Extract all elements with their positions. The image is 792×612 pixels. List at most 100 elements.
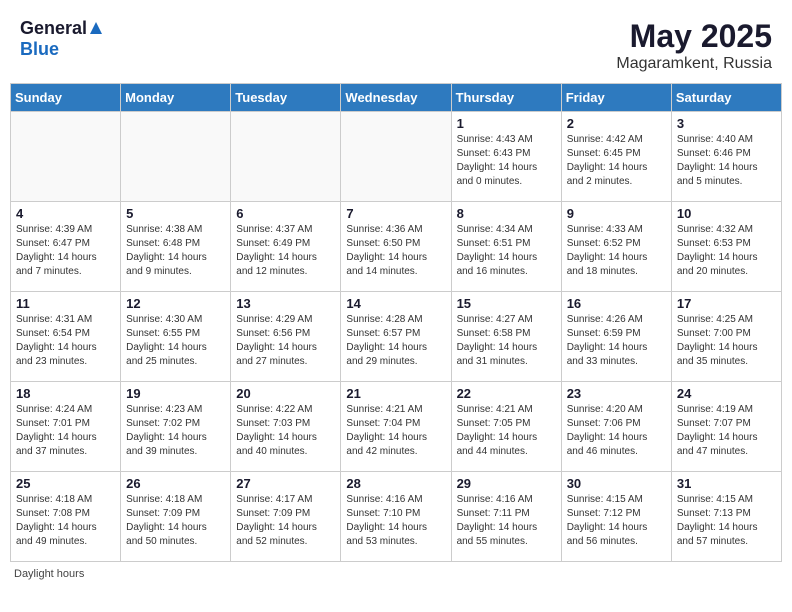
day-number: 19 xyxy=(126,386,225,401)
day-number: 17 xyxy=(677,296,776,311)
day-number: 28 xyxy=(346,476,445,491)
day-info: Sunrise: 4:19 AM Sunset: 7:07 PM Dayligh… xyxy=(677,403,776,459)
calendar-cell: 29Sunrise: 4:16 AM Sunset: 7:11 PM Dayli… xyxy=(451,472,561,562)
day-number: 22 xyxy=(457,386,556,401)
calendar-cell: 25 Sunrise: 4:18 AM Sunset: 7:08 PM Dayli… xyxy=(11,472,121,562)
calendar-cell: 20 Sunrise: 4:22 AM Sunset: 7:03 PM Dayli… xyxy=(231,382,341,472)
calendar-cell: 11 Sunrise: 4:31 AM Sunset: 6:54 PM Dayli… xyxy=(11,292,121,382)
day-number: 12 xyxy=(126,296,225,311)
day-number: 15 xyxy=(457,296,556,311)
calendar-cell: 6 Sunrise: 4:37 AM Sunset: 6:49 PM Daylig… xyxy=(231,202,341,292)
day-number: 7 xyxy=(346,206,445,221)
calendar-cell: 7 Sunrise: 4:36 AM Sunset: 6:50 PM Daylig… xyxy=(341,202,451,292)
calendar-cell: 13 Sunrise: 4:29 AM Sunset: 6:56 PM Dayli… xyxy=(231,292,341,382)
calendar-header-row: SundayMondayTuesdayWednesdayThursdayFrid… xyxy=(11,84,782,112)
day-info: Sunrise: 4:22 AM Sunset: 7:03 PM Dayligh… xyxy=(236,403,335,459)
day-number: 10 xyxy=(677,206,776,221)
calendar-weekday-header: Saturday xyxy=(671,84,781,112)
calendar-cell: 2 Sunrise: 4:42 AM Sunset: 6:45 PM Daylig… xyxy=(561,112,671,202)
day-number: 27 xyxy=(236,476,335,491)
calendar-weekday-header: Monday xyxy=(121,84,231,112)
day-info: Sunrise: 4:21 AM Sunset: 7:05 PM Dayligh… xyxy=(457,403,556,459)
logo-blue-text: Blue xyxy=(20,39,59,60)
title-location: Magaramkent, Russia xyxy=(616,55,772,73)
day-number: 21 xyxy=(346,386,445,401)
day-info: Sunrise: 4:33 AM Sunset: 6:52 PM Dayligh… xyxy=(567,223,666,279)
calendar-weekday-header: Thursday xyxy=(451,84,561,112)
calendar-cell: 14Sunrise: 4:28 AM Sunset: 6:57 PM Dayli… xyxy=(341,292,451,382)
title-area: May 2025 Magaramkent, Russia xyxy=(616,18,772,73)
logo-triangle-icon xyxy=(89,21,103,35)
day-info: Sunrise: 4:34 AM Sunset: 6:51 PM Dayligh… xyxy=(457,223,556,279)
calendar-cell: 27Sunrise: 4:17 AM Sunset: 7:09 PM Dayli… xyxy=(231,472,341,562)
day-info: Sunrise: 4:20 AM Sunset: 7:06 PM Dayligh… xyxy=(567,403,666,459)
calendar-cell xyxy=(121,112,231,202)
day-info: Sunrise: 4:39 AM Sunset: 6:47 PM Dayligh… xyxy=(16,223,115,279)
calendar-cell: 12 Sunrise: 4:30 AM Sunset: 6:55 PM Dayli… xyxy=(121,292,231,382)
calendar-cell: 30 Sunrise: 4:15 AM Sunset: 7:12 PM Dayli… xyxy=(561,472,671,562)
day-number: 2 xyxy=(567,116,666,131)
day-info: Sunrise: 4:23 AM Sunset: 7:02 PM Dayligh… xyxy=(126,403,225,459)
calendar-cell: 26 Sunrise: 4:18 AM Sunset: 7:09 PM Dayli… xyxy=(121,472,231,562)
day-number: 31 xyxy=(677,476,776,491)
day-info: Sunrise: 4:16 AM Sunset: 7:10 PM Dayligh… xyxy=(346,493,445,549)
calendar-weekday-header: Wednesday xyxy=(341,84,451,112)
day-info: Sunrise: 4:42 AM Sunset: 6:45 PM Dayligh… xyxy=(567,133,666,189)
day-number: 25 xyxy=(16,476,115,491)
logo: General Blue xyxy=(20,18,103,60)
day-number: 3 xyxy=(677,116,776,131)
calendar-cell: 9Sunrise: 4:33 AM Sunset: 6:52 PM Daylig… xyxy=(561,202,671,292)
calendar-cell: 10 Sunrise: 4:32 AM Sunset: 6:53 PM Dayli… xyxy=(671,202,781,292)
calendar-cell xyxy=(231,112,341,202)
day-info: Sunrise: 4:18 AM Sunset: 7:09 PM Dayligh… xyxy=(126,493,225,549)
calendar-cell: 15 Sunrise: 4:27 AM Sunset: 6:58 PM Dayli… xyxy=(451,292,561,382)
day-info: Sunrise: 4:38 AM Sunset: 6:48 PM Dayligh… xyxy=(126,223,225,279)
calendar-weekday-header: Friday xyxy=(561,84,671,112)
calendar-cell: 28 Sunrise: 4:16 AM Sunset: 7:10 PM Dayli… xyxy=(341,472,451,562)
day-info: Sunrise: 4:43 AM Sunset: 6:43 PM Dayligh… xyxy=(457,133,556,189)
day-info: Sunrise: 4:15 AM Sunset: 7:12 PM Dayligh… xyxy=(567,493,666,549)
day-info: Sunrise: 4:24 AM Sunset: 7:01 PM Dayligh… xyxy=(16,403,115,459)
calendar-week-row: 11 Sunrise: 4:31 AM Sunset: 6:54 PM Dayli… xyxy=(11,292,782,382)
calendar-cell: 16Sunrise: 4:26 AM Sunset: 6:59 PM Dayli… xyxy=(561,292,671,382)
day-info: Sunrise: 4:40 AM Sunset: 6:46 PM Dayligh… xyxy=(677,133,776,189)
calendar-week-row: 18Sunrise: 4:24 AM Sunset: 7:01 PM Dayli… xyxy=(11,382,782,472)
day-info: Sunrise: 4:29 AM Sunset: 6:56 PM Dayligh… xyxy=(236,313,335,369)
calendar-cell: 21Sunrise: 4:21 AM Sunset: 7:04 PM Dayli… xyxy=(341,382,451,472)
calendar-cell: 4Sunrise: 4:39 AM Sunset: 6:47 PM Daylig… xyxy=(11,202,121,292)
calendar-cell: 8 Sunrise: 4:34 AM Sunset: 6:51 PM Daylig… xyxy=(451,202,561,292)
calendar-cell: 18Sunrise: 4:24 AM Sunset: 7:01 PM Dayli… xyxy=(11,382,121,472)
day-info: Sunrise: 4:16 AM Sunset: 7:11 PM Dayligh… xyxy=(457,493,556,549)
title-month: May 2025 xyxy=(616,18,772,55)
day-info: Sunrise: 4:27 AM Sunset: 6:58 PM Dayligh… xyxy=(457,313,556,369)
day-number: 26 xyxy=(126,476,225,491)
day-info: Sunrise: 4:31 AM Sunset: 6:54 PM Dayligh… xyxy=(16,313,115,369)
day-number: 11 xyxy=(16,296,115,311)
header-area: General Blue May 2025 Magaramkent, Russi… xyxy=(10,10,782,79)
day-info: Sunrise: 4:18 AM Sunset: 7:08 PM Dayligh… xyxy=(16,493,115,549)
day-number: 13 xyxy=(236,296,335,311)
day-info: Sunrise: 4:37 AM Sunset: 6:49 PM Dayligh… xyxy=(236,223,335,279)
calendar-cell: 3 Sunrise: 4:40 AM Sunset: 6:46 PM Daylig… xyxy=(671,112,781,202)
day-number: 6 xyxy=(236,206,335,221)
day-info: Sunrise: 4:32 AM Sunset: 6:53 PM Dayligh… xyxy=(677,223,776,279)
day-number: 20 xyxy=(236,386,335,401)
day-info: Sunrise: 4:28 AM Sunset: 6:57 PM Dayligh… xyxy=(346,313,445,369)
day-info: Sunrise: 4:30 AM Sunset: 6:55 PM Dayligh… xyxy=(126,313,225,369)
day-number: 8 xyxy=(457,206,556,221)
calendar-cell: 22 Sunrise: 4:21 AM Sunset: 7:05 PM Dayli… xyxy=(451,382,561,472)
day-number: 5 xyxy=(126,206,225,221)
day-info: Sunrise: 4:36 AM Sunset: 6:50 PM Dayligh… xyxy=(346,223,445,279)
calendar-weekday-header: Sunday xyxy=(11,84,121,112)
calendar-week-row: 25 Sunrise: 4:18 AM Sunset: 7:08 PM Dayli… xyxy=(11,472,782,562)
calendar-cell: 19 Sunrise: 4:23 AM Sunset: 7:02 PM Dayli… xyxy=(121,382,231,472)
day-number: 1 xyxy=(457,116,556,131)
calendar-week-row: 4Sunrise: 4:39 AM Sunset: 6:47 PM Daylig… xyxy=(11,202,782,292)
calendar-table: SundayMondayTuesdayWednesdayThursdayFrid… xyxy=(10,83,782,562)
calendar-cell: 1 Sunrise: 4:43 AM Sunset: 6:43 PM Daylig… xyxy=(451,112,561,202)
day-info: Sunrise: 4:15 AM Sunset: 7:13 PM Dayligh… xyxy=(677,493,776,549)
day-number: 30 xyxy=(567,476,666,491)
calendar-cell xyxy=(341,112,451,202)
day-number: 24 xyxy=(677,386,776,401)
calendar-cell: 31 Sunrise: 4:15 AM Sunset: 7:13 PM Dayli… xyxy=(671,472,781,562)
